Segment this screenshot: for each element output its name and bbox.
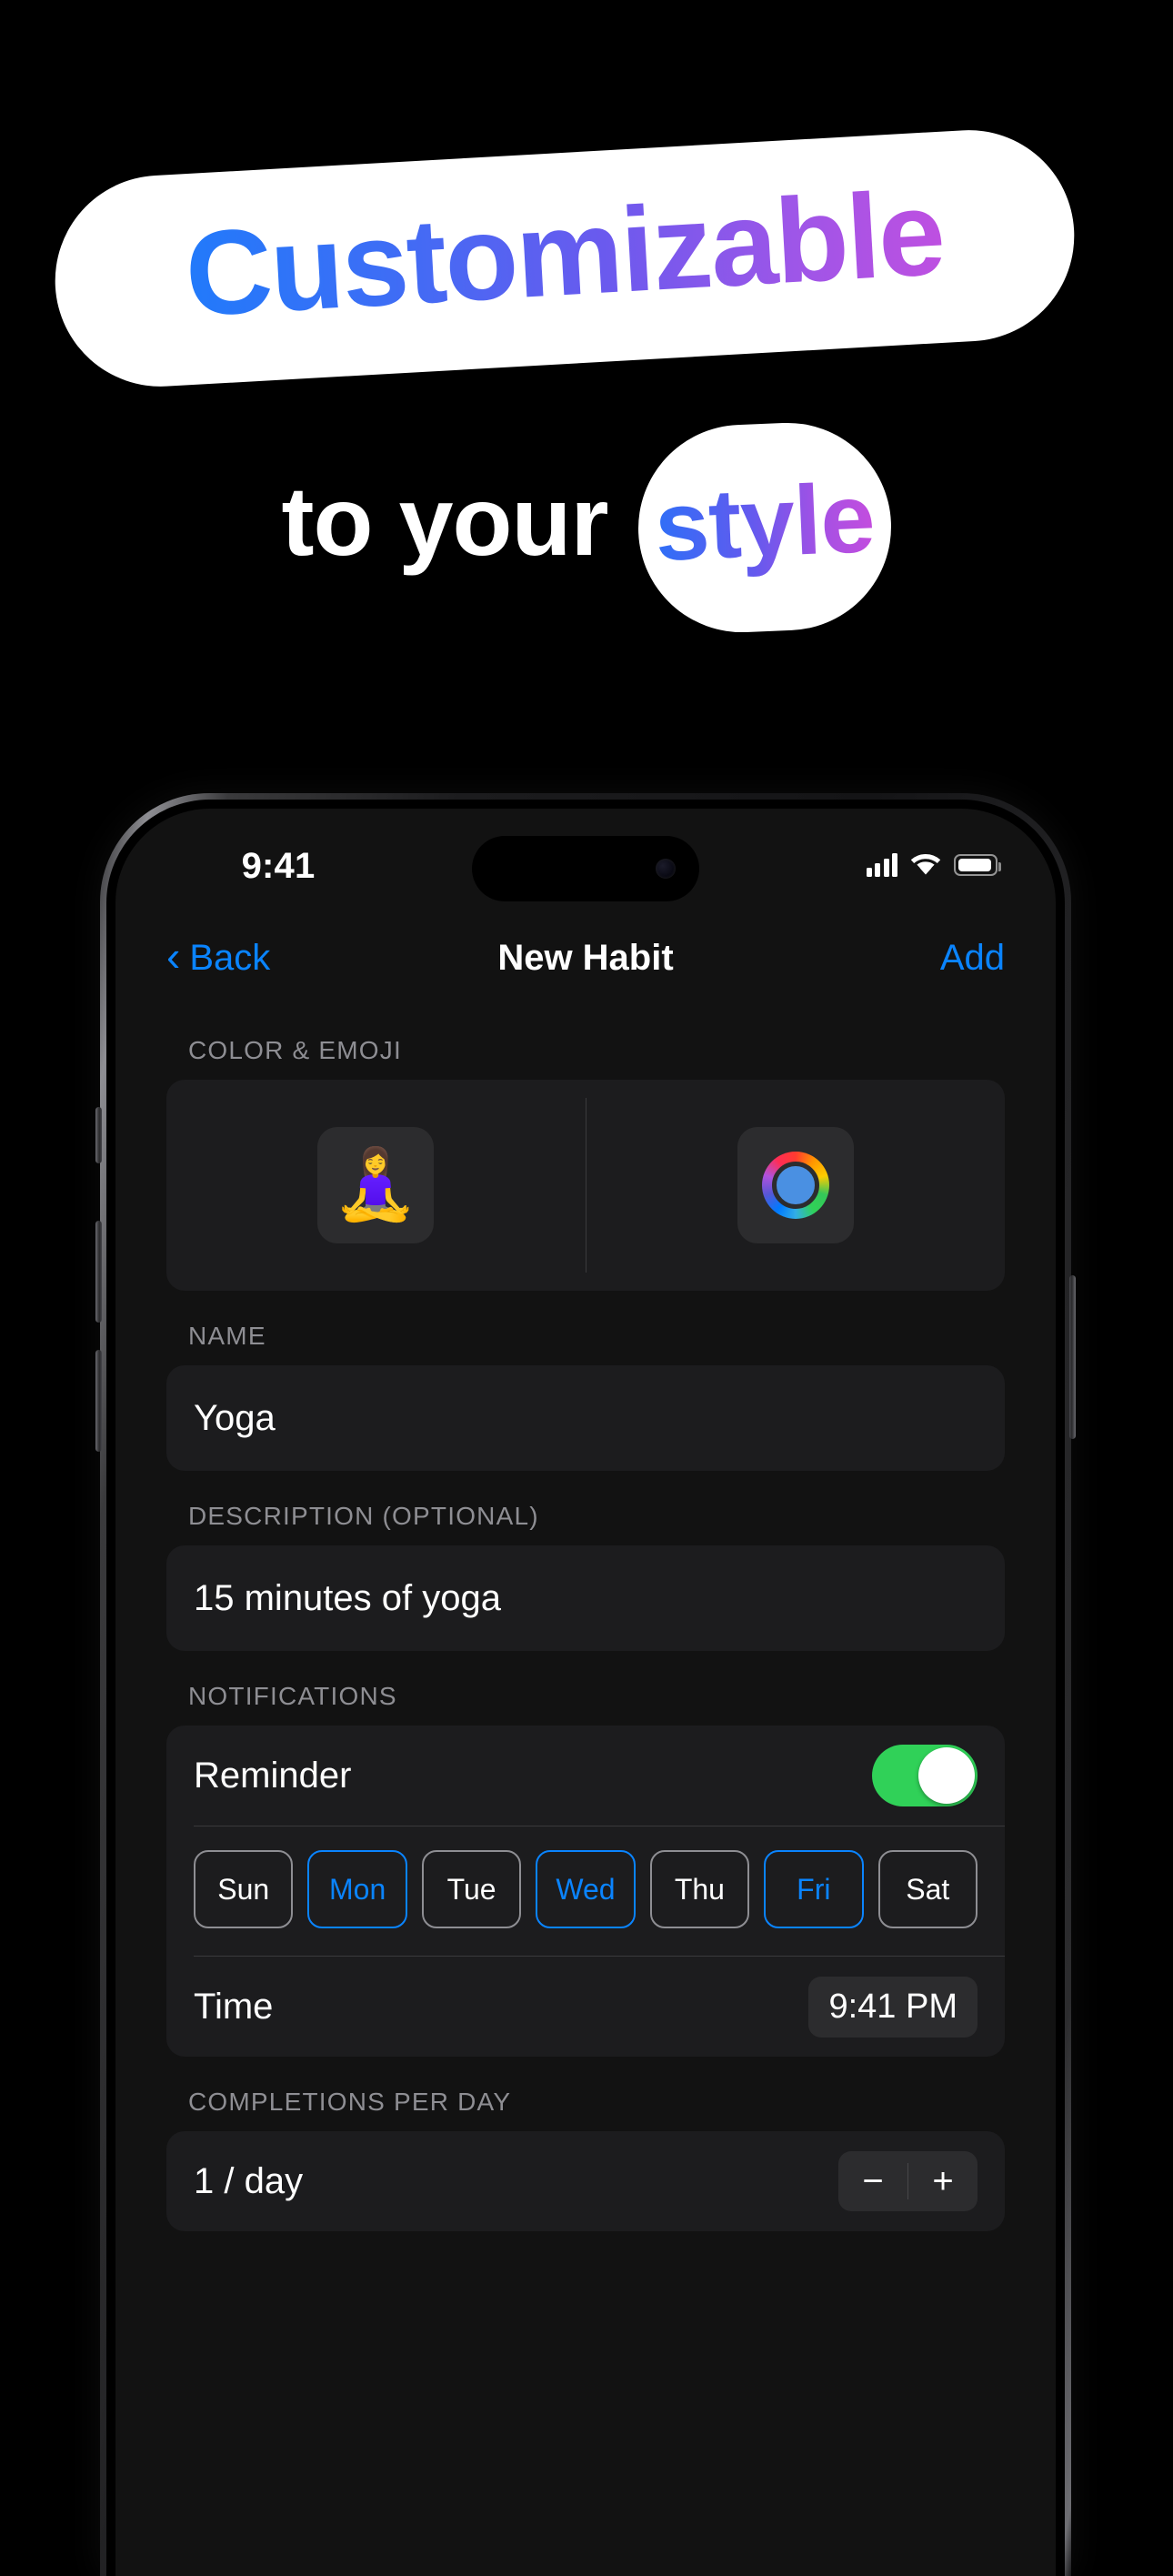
subheadline-pill-text: style [653,462,877,587]
subheadline-pill-style: style [634,418,897,637]
iphone-mockup: 9:41 ‹ Back New Habit Add COLOR & EMOJI … [95,793,1076,2576]
color-wheel-icon [761,1152,829,1219]
name-input-value[interactable]: Yoga [194,1398,276,1439]
phone-screen: 9:41 ‹ Back New Habit Add COLOR & EMOJI … [115,809,1056,2576]
wifi-icon [910,853,941,877]
marketing-hero: Customizable to your style [0,0,1173,691]
headline-pill-customizable: Customizable [49,124,1080,393]
power-button[interactable] [1069,1275,1076,1439]
weekday-chip-sun[interactable]: Sun [194,1850,294,1928]
reminder-toggle[interactable] [872,1745,978,1806]
weekday-chip-mon[interactable]: Mon [307,1850,407,1928]
completions-stepper[interactable]: − + [838,2151,978,2211]
weekday-chip-wed[interactable]: Wed [536,1850,636,1928]
subheadline-text: to your [281,466,609,576]
weekday-chip-fri[interactable]: Fri [764,1850,864,1928]
color-tile[interactable] [737,1127,854,1243]
cellular-bars-icon [866,853,897,877]
headline-text: Customizable [166,166,964,345]
toggle-knob [918,1747,975,1804]
status-bar: 9:41 [115,809,1056,911]
chevron-left-icon: ‹ [166,932,181,980]
section-label-color-emoji: COLOR & EMOJI [188,1036,402,1064]
battery-full-icon [954,854,1001,876]
description-input-value[interactable]: 15 minutes of yoga [194,1578,501,1619]
description-field[interactable]: 15 minutes of yoga [166,1545,1005,1651]
dynamic-island [472,836,699,901]
section-label-description: DESCRIPTION (OPTIONAL) [188,1502,539,1530]
completions-row: 1 / day − + [166,2131,1005,2231]
status-bar-indicators [866,842,1001,877]
reminder-row: Reminder [166,1726,1005,1826]
notifications-card: Reminder Sun Mon Tue Wed Thu Fri Sat Tim… [166,1726,1005,2057]
weekday-chip-sat[interactable]: Sat [877,1850,978,1928]
subheadline-row: to your style [0,409,1173,646]
weekday-chip-tue[interactable]: Tue [421,1850,522,1928]
volume-down-button[interactable] [95,1350,102,1452]
stepper-minus-button[interactable]: − [838,2151,907,2211]
section-label-name: NAME [188,1322,266,1350]
emoji-tile[interactable]: 🧘‍♀️ [317,1127,435,1243]
back-button-label: Back [189,937,271,978]
name-field[interactable]: Yoga [166,1365,1005,1471]
completions-value: 1 / day [194,2160,304,2201]
mute-switch[interactable] [95,1107,102,1163]
navigation-bar: ‹ Back New Habit Add [115,911,1056,1005]
color-emoji-card: 🧘‍♀️ [166,1080,1005,1291]
section-label-completions: COMPLETIONS PER DAY [188,2088,512,2116]
weekday-selector: Sun Mon Tue Wed Thu Fri Sat [166,1826,1005,1956]
woman-in-lotus-position-emoji: 🧘‍♀️ [332,1146,419,1223]
status-bar-time: 9:41 [241,845,316,886]
volume-up-button[interactable] [95,1221,102,1323]
selected-color-swatch [771,1162,819,1209]
emoji-picker[interactable]: 🧘‍♀️ [166,1080,586,1291]
stepper-plus-button[interactable]: + [908,2151,978,2211]
add-button[interactable]: Add [940,938,1005,979]
reminder-label: Reminder [194,1755,352,1796]
section-label-notifications: NOTIFICATIONS [188,1682,397,1710]
form-content: COLOR & EMOJI 🧘‍♀️ NAME [115,1005,1056,2231]
time-row: Time 9:41 PM [166,1957,1005,2057]
time-label: Time [194,1986,274,2027]
front-camera-icon [656,859,676,879]
time-picker-button[interactable]: 9:41 PM [808,1976,978,2038]
back-button[interactable]: ‹ Back [166,932,271,980]
color-picker[interactable] [586,1080,1006,1291]
weekday-chip-thu[interactable]: Thu [649,1850,750,1928]
